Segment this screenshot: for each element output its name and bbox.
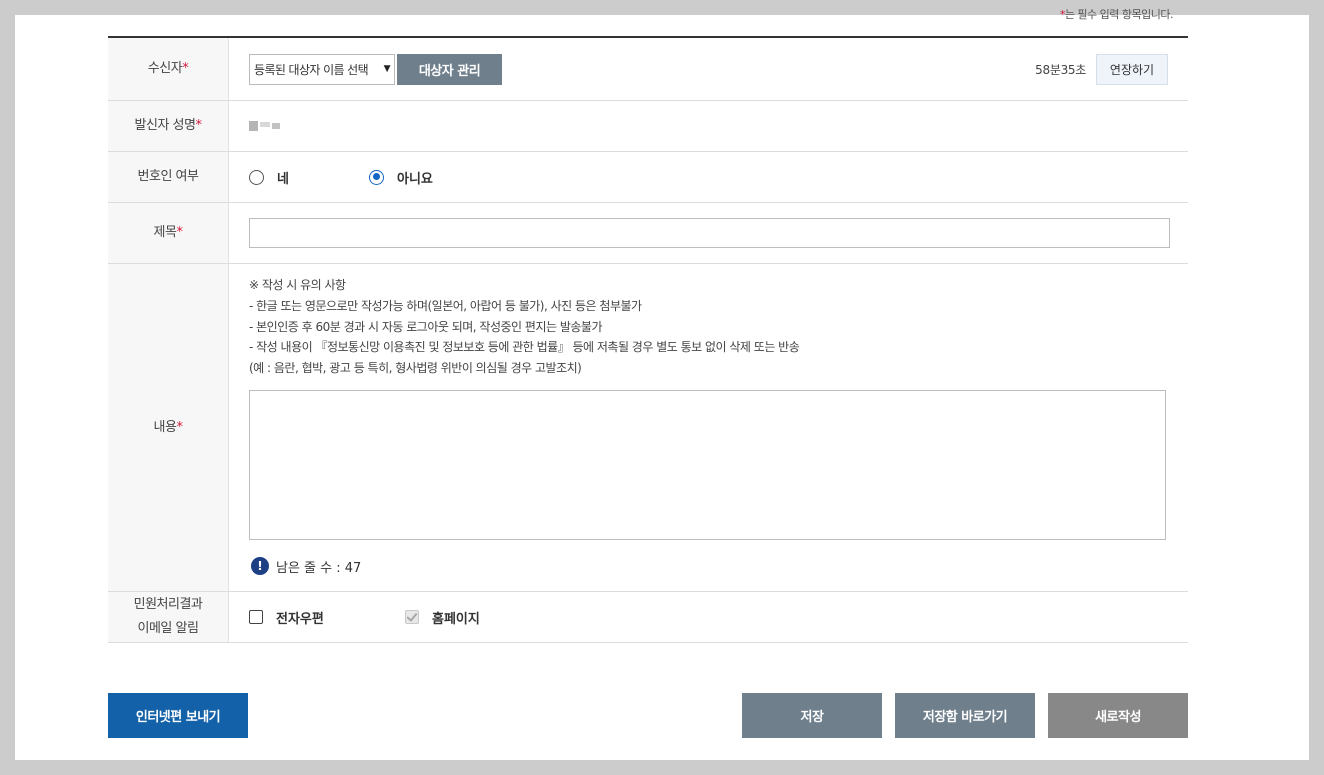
radio-yes[interactable] — [249, 169, 264, 185]
notify-label: 민원처리결과 이메일 알림 — [108, 592, 229, 642]
writing-notice: ※ 작성 시 유의 사항 - 한글 또는 영문으로만 작성가능 하며(일본어, … — [249, 275, 800, 379]
remaining-lines: ! 남은 줄 수 : 47 — [249, 557, 361, 576]
checkbox-option-homepage: 홈페이지 — [405, 608, 480, 627]
notice-line: - 본인인증 후 60분 경과 시 자동 로그아웃 되며, 작성중인 편지는 발… — [249, 319, 603, 334]
notice-line: (예 : 음란, 협박, 광고 등 특히, 형사법령 위반이 의심될 경우 고발… — [249, 361, 582, 376]
subject-input[interactable] — [249, 218, 1170, 248]
recipient-row: 수신자 * 등록된 대상자 이름 선택 ▼ 대상자 관리 58분35초 연장하기 — [108, 38, 1188, 101]
checkbox-homepage-label: 홈페이지 — [432, 611, 480, 627]
remaining-lines-text: 남은 줄 수 : 47 — [276, 560, 362, 576]
go-to-saved-button[interactable]: 저장함 바로가기 — [895, 693, 1035, 738]
checkbox-email-label: 전자우편 — [276, 611, 324, 627]
checkbox-email[interactable] — [249, 610, 263, 624]
radio-no-label: 아니요 — [397, 171, 433, 187]
recipient-select[interactable]: 등록된 대상자 이름 선택 ▼ — [249, 53, 395, 85]
notice-line: ※ 작성 시 유의 사항 — [249, 278, 346, 292]
radio-option-yes[interactable]: 네 — [249, 168, 369, 187]
sender-label: 발신자 성명 * — [108, 101, 229, 151]
new-letter-button[interactable]: 새로작성 — [1048, 693, 1188, 738]
recipient-select-value: 등록된 대상자 이름 선택 — [254, 62, 369, 77]
notice-line: - 한글 또는 영문으로만 작성가능 하며(일본어, 아랍어 등 불가), 사진… — [249, 298, 642, 313]
required-star: * — [182, 61, 189, 76]
notify-cell: 전자우편 홈페이지 — [229, 592, 1188, 642]
save-button[interactable]: 저장 — [742, 693, 882, 738]
subject-label: 제목 * — [108, 203, 229, 263]
content-cell: ※ 작성 시 유의 사항 - 한글 또는 영문으로만 작성가능 하며(일본어, … — [229, 264, 1188, 591]
extend-session-button[interactable]: 연장하기 — [1096, 54, 1168, 85]
radio-option-no[interactable]: 아니요 — [369, 168, 433, 187]
notify-label-line1: 민원처리결과 — [133, 597, 203, 612]
subject-cell — [229, 203, 1188, 263]
exclamation-icon: ! — [251, 557, 269, 576]
subject-row: 제목 * — [108, 203, 1188, 264]
session-timer-group: 58분35초 연장하기 — [1035, 54, 1168, 85]
checkbox-option-email[interactable]: 전자우편 — [249, 608, 405, 627]
required-note-text: 는 필수 입력 항목입니다. — [1064, 8, 1174, 21]
lawyer-row: 번호인 여부 네 아니요 — [108, 152, 1188, 203]
content-row: 내용 * ※ 작성 시 유의 사항 - 한글 또는 영문으로만 작성가능 하며(일… — [108, 264, 1188, 592]
required-note: *는 필수 입력 항목입니다. — [1060, 6, 1174, 22]
sender-row: 발신자 성명 * — [108, 101, 1188, 152]
form-panel: *는 필수 입력 항목입니다. 수신자 * 등록된 대상자 이름 선택 ▼ 대상자… — [15, 8, 1309, 760]
content-textarea[interactable] — [249, 389, 1166, 540]
lawyer-cell: 네 아니요 — [229, 152, 1188, 202]
required-star: * — [176, 225, 183, 240]
notify-label-line2: 이메일 알림 — [137, 621, 199, 636]
notify-row: 민원처리결과 이메일 알림 전자우편 홈페이지 — [108, 592, 1188, 643]
lawyer-label: 번호인 여부 — [108, 152, 229, 202]
required-star: * — [195, 118, 202, 133]
radio-no[interactable] — [369, 169, 384, 185]
radio-yes-label: 네 — [277, 171, 289, 187]
chevron-down-icon: ▼ — [383, 64, 391, 74]
masked-sender-name — [249, 121, 280, 131]
checkbox-homepage — [405, 610, 419, 624]
letter-form: 수신자 * 등록된 대상자 이름 선택 ▼ 대상자 관리 58분35초 연장하기 … — [108, 36, 1188, 643]
manage-recipients-button[interactable]: 대상자 관리 — [397, 53, 502, 85]
send-letter-button[interactable]: 인터넷편 보내기 — [108, 693, 248, 738]
recipient-label-text: 수신자 — [147, 61, 183, 76]
notice-line: - 작성 내용이 『정보통신망 이용촉진 및 정보보호 등에 관한 법률』 등에… — [249, 340, 800, 355]
content-label-text: 내용 — [153, 419, 177, 435]
recipient-cell: 등록된 대상자 이름 선택 ▼ 대상자 관리 58분35초 연장하기 — [229, 38, 1188, 100]
sender-cell — [229, 101, 1188, 151]
subject-label-text: 제목 — [153, 225, 177, 240]
required-star: * — [176, 419, 183, 435]
sender-label-text: 발신자 성명 — [134, 118, 196, 133]
recipient-label: 수신자 * — [108, 38, 229, 100]
session-timer: 58분35초 — [1035, 63, 1086, 77]
content-label: 내용 * — [108, 264, 229, 591]
